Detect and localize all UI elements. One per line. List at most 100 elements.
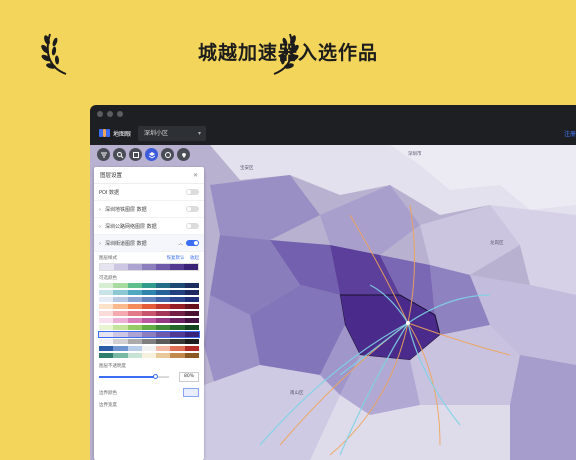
panel-title: 图层设置 (100, 173, 123, 179)
palette-option[interactable] (99, 325, 199, 330)
palette-option[interactable] (99, 304, 199, 309)
window-maximize-dot[interactable] (117, 111, 123, 117)
opacity-slider-thumb[interactable] (152, 374, 158, 379)
window-close-dot[interactable] (97, 111, 103, 117)
palette-swatch (170, 311, 185, 316)
border-color-swatch[interactable] (183, 388, 199, 397)
palette-option[interactable] (99, 346, 199, 351)
palette-swatch (99, 339, 114, 344)
collapse-link[interactable]: 收起 (190, 256, 199, 261)
search-button[interactable] (113, 148, 126, 161)
compass-button[interactable] (161, 148, 174, 161)
palette-swatch (156, 325, 171, 330)
palette-swatch (184, 311, 199, 316)
location-button[interactable] (177, 148, 190, 161)
palette-swatch (141, 318, 157, 323)
palette-swatch (184, 318, 199, 323)
palette-swatch (170, 325, 185, 330)
palette-swatch (127, 346, 142, 351)
palette-swatch (127, 304, 142, 309)
palette-swatch (156, 290, 171, 295)
style-links: 恢复默认 收起 (163, 255, 199, 261)
palette-option[interactable] (99, 339, 199, 344)
layer-toggle[interactable] (186, 223, 199, 229)
palette-swatch (156, 311, 171, 316)
map-icon (132, 151, 139, 158)
current-color-ramp[interactable] (99, 263, 199, 271)
palette-option[interactable] (99, 318, 199, 323)
layer-toggle[interactable] (186, 240, 199, 246)
palette-swatch (99, 304, 114, 309)
opacity-slider[interactable] (99, 374, 169, 379)
ramp-swatch (100, 264, 114, 270)
close-icon[interactable]: ✕ (193, 172, 198, 179)
palette-swatch (141, 311, 157, 316)
toolbar-link[interactable]: 注册 (564, 129, 576, 138)
layer-label: › 深圳街道图层 数据 (99, 240, 147, 247)
palette-swatch (127, 332, 142, 337)
opacity-control: 80% (99, 372, 199, 382)
layer-row-street[interactable]: › 深圳街道图层 数据 ︿ (94, 235, 204, 252)
filter-button[interactable] (97, 148, 110, 161)
palette-swatch (170, 290, 185, 295)
palette-swatch (141, 346, 157, 351)
border-color-label: 边界颜色 (99, 390, 117, 396)
map-label: 南山区 (290, 391, 304, 396)
layer-settings-panel: 图层设置 ✕ POI 数据 › 深圳地铁图层 数据 › 深圳公路网络图层 数据 › 深… (94, 167, 204, 460)
palette-option[interactable] (99, 297, 199, 302)
layer-row-metro[interactable]: › 深圳地铁图层 数据 (94, 201, 204, 218)
palette-swatch (141, 297, 157, 302)
palette-swatch (99, 290, 114, 295)
palette-option[interactable] (99, 311, 199, 316)
palette-swatch (170, 339, 185, 344)
chevron-up-icon[interactable]: ︿ (178, 240, 183, 247)
app-toolbar: 地图眼 深圳小区 ▾ 注册 (90, 123, 576, 145)
layer-toggle[interactable] (186, 189, 199, 195)
layers-button[interactable] (145, 148, 158, 161)
palette-swatch (99, 283, 114, 288)
map-label: 龙岗区 (490, 241, 504, 246)
palette-swatch (127, 311, 142, 316)
palette-swatch (99, 325, 114, 330)
layer-row-poi[interactable]: POI 数据 (94, 184, 204, 201)
palette-option[interactable] (99, 283, 199, 288)
palette-swatch (99, 346, 114, 351)
palette-swatch (156, 318, 171, 323)
ramp-swatch (184, 264, 198, 270)
layer-label: › 深圳地铁图层 数据 (99, 206, 147, 213)
palette-swatch (141, 353, 157, 358)
palette-swatch (141, 325, 157, 330)
palette-swatch (184, 339, 199, 344)
app-window: 地图眼 深圳小区 ▾ 注册 深圳市 宝安区 龙岗区 南山区 图层设置 ✕ POI… (90, 105, 576, 460)
map-tool-row (97, 148, 190, 161)
opacity-value[interactable]: 80% (179, 372, 199, 382)
layer-toggle[interactable] (186, 206, 199, 212)
palette-option[interactable] (99, 290, 199, 295)
style-label-row: 图层样式 恢复默认 收起 (99, 255, 199, 261)
style-section: 图层样式 恢复默认 收起 可选颜色 图层不透明度 80% 边界颜色 边界宽度 (94, 252, 204, 408)
palette-swatch (113, 304, 128, 309)
layer-label-text: 深圳街道图层 数据 (105, 240, 147, 247)
map-button[interactable] (129, 148, 142, 161)
chevron-right-icon: › (99, 223, 101, 230)
palette-swatch (141, 339, 157, 344)
palette-swatch (113, 283, 128, 288)
layer-label-text: 深圳公路网络图层 数据 (105, 223, 157, 230)
layer-row-road[interactable]: › 深圳公路网络图层 数据 (94, 218, 204, 235)
palette-swatch (184, 283, 199, 288)
palette-swatch (156, 283, 171, 288)
location-pin-icon (181, 152, 186, 158)
ramp-swatch (142, 264, 156, 270)
district-select[interactable]: 深圳小区 ▾ (138, 126, 206, 141)
layer-label: › 深圳公路网络图层 数据 (99, 223, 157, 230)
ramp-swatch (114, 264, 128, 270)
palette-option[interactable] (98, 331, 200, 338)
window-minimize-dot[interactable] (107, 111, 113, 117)
palette-swatch (184, 353, 199, 358)
palette-option[interactable] (99, 353, 199, 358)
palette-swatch (113, 339, 128, 344)
chevron-down-icon: ▾ (197, 130, 201, 137)
border-width-label: 边界宽度 (99, 403, 117, 408)
app-logo[interactable]: 地图眼 (99, 128, 131, 138)
reset-link[interactable]: 恢复默认 (167, 256, 185, 261)
